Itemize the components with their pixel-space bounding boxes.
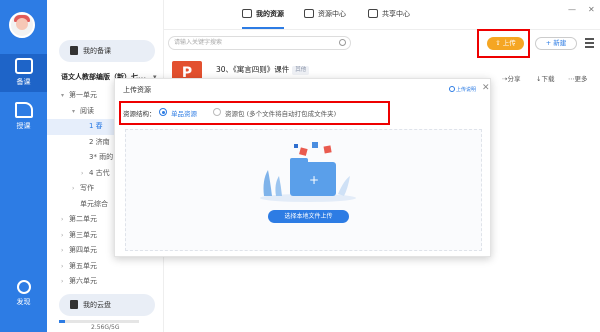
menu-icon[interactable] [585, 38, 594, 48]
download-action[interactable]: ↓下载 [536, 73, 554, 83]
tree-item-label: 单元综合 [80, 199, 108, 208]
close-button[interactable]: ✕ [588, 5, 595, 14]
option-single-label[interactable]: 单品资源 [171, 108, 197, 118]
storage-bar [59, 320, 139, 323]
search-icon [339, 39, 346, 46]
tree-item-label: 第四单元 [69, 246, 97, 254]
new-label: 新建 [553, 39, 567, 47]
my-cloud-button[interactable]: 我的云盘 [59, 294, 155, 316]
help-icon [449, 86, 455, 92]
search-input[interactable]: 请输入关键字搜索 [168, 36, 351, 50]
storage-bar-fill [59, 320, 66, 323]
more-label: 更多 [574, 75, 588, 83]
tab-my-resources-label: 我的资源 [256, 10, 284, 18]
upload-icon: ⇪ [495, 39, 503, 47]
chevron-right-icon: › [81, 169, 84, 177]
tree-item-label: 2 济南 [89, 137, 110, 146]
teach-icon [14, 102, 33, 118]
tree-item-label: 第六单元 [69, 277, 97, 285]
chevron-right-icon: › [72, 185, 75, 192]
my-prep-button[interactable]: 我的备课 [59, 40, 155, 62]
upload-help-link[interactable]: 上传说明 [449, 86, 476, 93]
share-center-icon [368, 9, 378, 18]
avatar-face [16, 18, 28, 30]
upload-dialog: 上传资源 上传说明 ✕ 资源结构： 单品资源 资源包 (多个文件将自动打包成文件… [114, 78, 491, 257]
radio-resource-pack[interactable] [213, 108, 221, 116]
left-rail: 备课 授课 发现 [0, 0, 47, 332]
storage-text: 2.56G/5G [91, 324, 120, 331]
chevron-right-icon: › [61, 247, 64, 254]
tree-item-label: 第三单元 [69, 230, 97, 239]
chevron-down-icon: ▾ [61, 92, 65, 99]
tree-item-label: 第二单元 [69, 215, 97, 223]
rail-item-prep-label: 备课 [16, 78, 31, 86]
tree-item-label: 写作 [80, 184, 94, 192]
tab-my-resources[interactable]: 我的资源 [242, 9, 284, 29]
resource-center-icon [304, 9, 314, 18]
folder-upload-illustration: + [260, 142, 356, 202]
tree-item-label: 4 古代 [89, 168, 110, 177]
resource-title: 30、《寓言四则》课件 [216, 65, 290, 74]
tree-item-label: 1 春 [89, 122, 103, 130]
book-icon [14, 58, 33, 74]
upload-button[interactable]: ⇪ 上传 [487, 37, 524, 50]
rail-item-prep[interactable]: 备课 [0, 54, 47, 92]
rail-item-teach[interactable]: 授课 [0, 98, 47, 136]
tab-share-center-label: 共享中心 [382, 10, 410, 18]
share-action[interactable]: ⇢分享 [502, 73, 520, 83]
user-icon [70, 46, 78, 55]
upload-help-label: 上传说明 [456, 87, 477, 93]
share-label: 分享 [507, 75, 521, 83]
folder-icon [242, 9, 252, 18]
my-cloud-label: 我的云盘 [83, 301, 111, 309]
tab-resource-center[interactable]: 资源中心 [304, 9, 346, 19]
chevron-down-icon: ▾ [72, 107, 76, 115]
radio-single-resource[interactable] [159, 108, 167, 116]
tree-item[interactable]: › 第五单元 [47, 259, 164, 275]
avatar[interactable] [9, 12, 35, 38]
tab-resource-center-label: 资源中心 [318, 10, 346, 18]
tree-item-label: 第一单元 [69, 91, 97, 99]
upload-dropzone[interactable]: + 选择本地文件上传 [125, 129, 482, 251]
more-action[interactable]: ⋯更多 [568, 73, 588, 83]
rail-item-teach-label: 授课 [16, 122, 31, 130]
upload-label: 上传 [502, 39, 516, 47]
choose-local-file-button[interactable]: 选择本地文件上传 [268, 210, 349, 223]
chevron-right-icon: › [61, 262, 64, 270]
resource-tag: 其他 [292, 66, 310, 75]
dialog-title: 上传资源 [123, 86, 151, 94]
my-prep-label: 我的备课 [83, 47, 111, 55]
cloud-drive-icon [70, 300, 78, 309]
tree-item-label: 3* 雨的 [89, 153, 114, 161]
download-label: 下载 [541, 75, 555, 83]
top-tabs: 我的资源 资源中心 共享中心 — ✕ [164, 0, 600, 30]
minimize-button[interactable]: — [568, 5, 576, 14]
tree-item-label: 阅读 [80, 106, 94, 115]
svg-text:+: + [309, 173, 319, 187]
resource-title-row[interactable]: 30、《寓言四则》课件 其他 [216, 64, 310, 75]
tree-item-label: 第五单元 [69, 261, 97, 270]
rail-item-discover-label: 发现 [16, 298, 31, 306]
tab-share-center[interactable]: 共享中心 [368, 9, 410, 19]
search-placeholder: 请输入关键字搜索 [174, 39, 223, 46]
new-button[interactable]: + 新建 [535, 37, 577, 50]
chevron-right-icon: › [61, 231, 64, 239]
dialog-close-icon[interactable]: ✕ [482, 83, 490, 93]
tree-item[interactable]: › 第六单元 [47, 274, 164, 290]
option-pack-label[interactable]: 资源包 (多个文件将自动打包成文件夹) [225, 108, 336, 118]
chevron-right-icon: › [61, 278, 64, 285]
structure-label: 资源结构： [123, 110, 156, 118]
chevron-right-icon: › [61, 216, 64, 223]
compass-icon [16, 280, 31, 294]
rail-item-discover[interactable]: 发现 [0, 280, 47, 314]
